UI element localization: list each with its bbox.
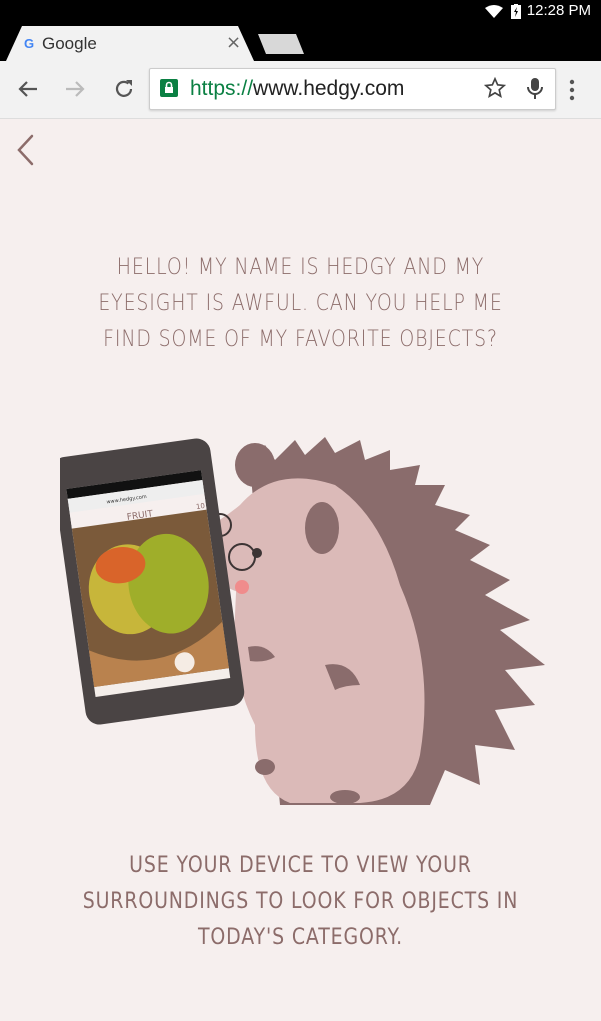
tab-title: Google: [42, 34, 97, 53]
status-time: 12:28 PM: [526, 2, 591, 19]
intro-text: HELLO! MY NAME IS HEDGY AND MY EYESIGHT …: [98, 255, 503, 352]
forward-arrow-icon[interactable]: [64, 78, 86, 104]
reload-icon[interactable]: [113, 78, 135, 104]
new-tab-button[interactable]: [258, 34, 304, 54]
tab-google[interactable]: G Google ×: [6, 26, 254, 61]
tab-strip: G Google ×: [0, 24, 601, 61]
google-favicon-icon: G: [24, 36, 35, 51]
address-bar[interactable]: https://www.hedgy.com: [149, 68, 556, 110]
battery-icon: [511, 4, 521, 23]
lock-icon: [160, 79, 178, 97]
phone-count: 10: [196, 502, 206, 511]
close-icon[interactable]: ×: [226, 32, 241, 53]
back-chevron-icon[interactable]: [14, 132, 38, 172]
microphone-icon[interactable]: [526, 77, 544, 105]
url-text[interactable]: https://www.hedgy.com: [190, 77, 404, 101]
bookmark-star-icon[interactable]: [483, 76, 507, 103]
status-bar: 12:28 PM: [0, 0, 601, 24]
hedgehog-illustration: FRUIT www.hedgy.com 10: [51, 425, 560, 819]
overflow-menu-icon[interactable]: [568, 79, 576, 105]
wifi-icon: [485, 4, 503, 23]
back-arrow-icon[interactable]: [17, 78, 39, 104]
browser-toolbar: https://www.hedgy.com: [0, 61, 601, 119]
instructions-text: USE YOUR DEVICE TO VIEW YOUR SURROUNDING…: [82, 853, 519, 950]
